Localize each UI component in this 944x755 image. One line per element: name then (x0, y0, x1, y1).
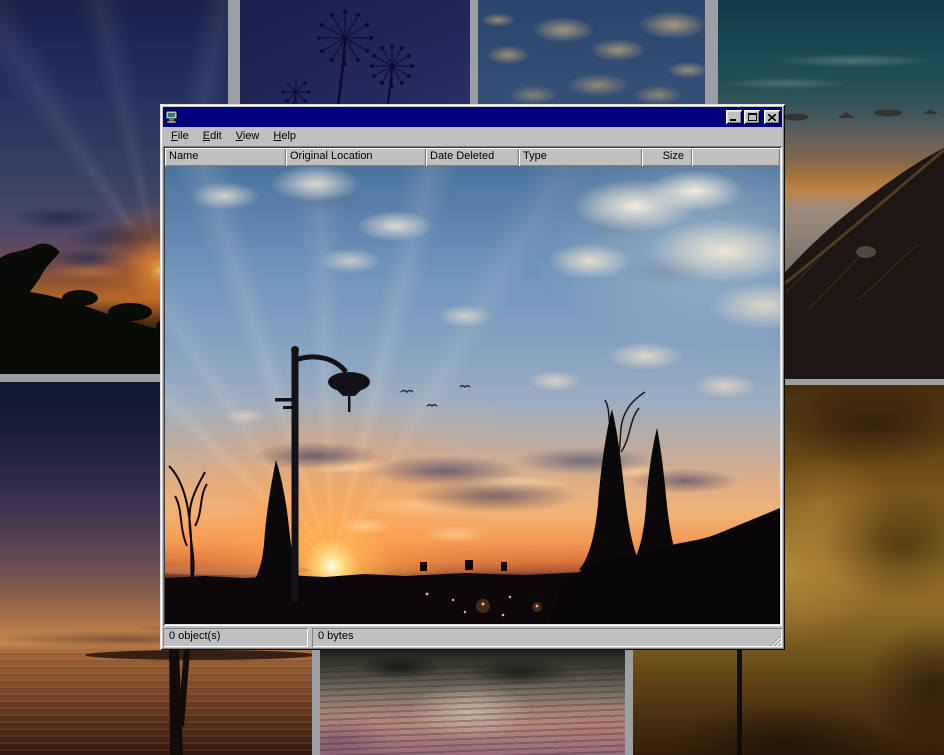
desktop: File Edit View Help Name Original Locati… (0, 0, 944, 755)
computer-icon[interactable] (165, 110, 181, 124)
column-header-original-location[interactable]: Original Location (286, 148, 426, 166)
menu-edit[interactable]: Edit (196, 128, 229, 145)
titlebar[interactable] (163, 107, 782, 127)
menubar: File Edit View Help (163, 127, 782, 146)
recycle-bin-window: File Edit View Help Name Original Locati… (160, 104, 785, 650)
menu-file[interactable]: File (164, 128, 196, 145)
menu-help[interactable]: Help (266, 128, 303, 145)
close-icon (768, 114, 776, 121)
status-object-count: 0 object(s) (163, 628, 308, 647)
column-header-size[interactable]: Size (642, 148, 692, 166)
close-button[interactable] (764, 110, 780, 124)
status-size: 0 bytes (312, 628, 782, 647)
silhouettes (165, 166, 780, 624)
maximize-icon (748, 113, 757, 121)
maximize-button[interactable] (744, 110, 760, 124)
list-view: Name Original Location Date Deleted Type… (163, 146, 782, 626)
minimize-button[interactable] (726, 110, 742, 124)
content-photo-sunset-streetlamp[interactable] (165, 166, 780, 624)
column-headers: Name Original Location Date Deleted Type… (165, 148, 780, 166)
menu-view[interactable]: View (229, 128, 267, 145)
resize-grip[interactable] (768, 633, 781, 646)
column-header-date-deleted[interactable]: Date Deleted (426, 148, 519, 166)
column-header-type[interactable]: Type (519, 148, 642, 166)
column-header-name[interactable]: Name (165, 148, 286, 166)
column-header-filler (692, 148, 780, 166)
minimize-icon (730, 114, 738, 121)
statusbar: 0 object(s) 0 bytes (163, 628, 782, 647)
